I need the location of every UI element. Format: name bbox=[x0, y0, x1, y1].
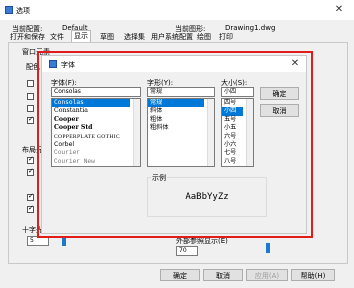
dialog-cancel-button[interactable]: 取消 bbox=[260, 104, 299, 117]
cancel-button[interactable]: 取消 bbox=[203, 269, 243, 281]
list-item[interactable]: Constantia bbox=[52, 107, 140, 115]
tab-open-save[interactable]: 打开和保存 bbox=[10, 32, 45, 42]
sample-label: 示例 bbox=[151, 173, 167, 183]
checkbox-8[interactable] bbox=[27, 204, 34, 213]
list-item[interactable]: 粗斜体 bbox=[148, 124, 214, 132]
close-icon[interactable]: ✕ bbox=[330, 3, 348, 17]
tab-user-preferences[interactable]: 用户系统配置 bbox=[151, 32, 193, 42]
ok-button[interactable]: 确定 bbox=[160, 269, 200, 281]
app-icon bbox=[5, 6, 13, 14]
font-dialog: 字体 ✕ 字体(F): Consolas Consolas Constantia… bbox=[41, 55, 307, 234]
list-item[interactable]: Corbel bbox=[52, 141, 140, 149]
size-list[interactable]: 四号 小四 五号 小五 六号 小六 七号 八号 bbox=[221, 98, 254, 167]
layout-elements-heading: 布局元 bbox=[22, 146, 43, 154]
tab-plot[interactable]: 打印 bbox=[219, 32, 233, 42]
list-item[interactable]: 斜体 bbox=[148, 107, 214, 115]
checkbox-7[interactable] bbox=[27, 192, 34, 201]
crosshair-size-input[interactable]: 5 bbox=[27, 236, 49, 246]
style-input[interactable]: 常规 bbox=[147, 87, 215, 97]
list-item[interactable]: 小四 bbox=[222, 107, 243, 116]
dialog-ok-button[interactable]: 确定 bbox=[260, 87, 299, 100]
font-list-scrollbar[interactable] bbox=[133, 99, 140, 166]
tab-drafting[interactable]: 草图 bbox=[100, 32, 114, 42]
app-icon bbox=[49, 60, 57, 68]
size-list-scrollbar[interactable] bbox=[246, 99, 253, 166]
title-bar: 选项 ✕ bbox=[0, 0, 354, 20]
list-item[interactable]: COPPERPLATE GOTHIC bbox=[52, 133, 140, 141]
checkbox-2[interactable] bbox=[27, 93, 34, 100]
list-item[interactable]: Consolas bbox=[52, 99, 130, 108]
apply-button[interactable]: 应用(A) bbox=[246, 269, 288, 281]
xref-slider-thumb[interactable] bbox=[266, 243, 270, 253]
checkbox-6[interactable] bbox=[27, 167, 34, 176]
tab-selection[interactable]: 选择集 bbox=[124, 32, 145, 42]
style-list-scrollbar[interactable] bbox=[207, 99, 214, 166]
help-button[interactable]: 帮助(H) bbox=[291, 269, 335, 281]
checkbox-1[interactable] bbox=[27, 80, 34, 87]
current-drawing-value: Drawing1.dwg bbox=[225, 24, 276, 32]
font-dialog-title: 字体 bbox=[61, 61, 75, 69]
list-item[interactable]: Cooper bbox=[52, 116, 140, 124]
list-item[interactable]: 粗体 bbox=[148, 116, 214, 124]
window-title: 选项 bbox=[16, 7, 30, 15]
style-list[interactable]: 常规 斜体 粗体 粗斜体 bbox=[147, 98, 215, 167]
checkbox-4[interactable] bbox=[27, 115, 34, 124]
tab-drawing[interactable]: 绘图 bbox=[197, 32, 211, 42]
checkbox-5[interactable] bbox=[27, 155, 34, 164]
checkbox-3[interactable] bbox=[27, 105, 34, 112]
list-item[interactable]: Cooper Std bbox=[52, 124, 140, 132]
font-input[interactable]: Consolas bbox=[51, 87, 141, 97]
font-list[interactable]: Consolas Constantia Cooper Cooper Std CO… bbox=[51, 98, 141, 167]
close-icon[interactable]: ✕ bbox=[288, 57, 302, 71]
font-dialog-title-bar: 字体 ✕ bbox=[42, 56, 306, 72]
crosshair-slider-thumb[interactable] bbox=[62, 236, 66, 246]
xref-display-input[interactable]: 70 bbox=[176, 246, 198, 256]
tab-files[interactable]: 文件 bbox=[50, 32, 64, 42]
xref-display-label: 外部参照显示(E) bbox=[176, 237, 228, 245]
list-item[interactable]: Courier New bbox=[52, 158, 140, 166]
color-scheme-label: 配色 bbox=[26, 63, 40, 71]
size-input[interactable]: 小四 bbox=[221, 87, 254, 97]
sample-text: AaBbYyZz bbox=[185, 192, 229, 202]
list-item[interactable]: Courier bbox=[52, 149, 140, 157]
